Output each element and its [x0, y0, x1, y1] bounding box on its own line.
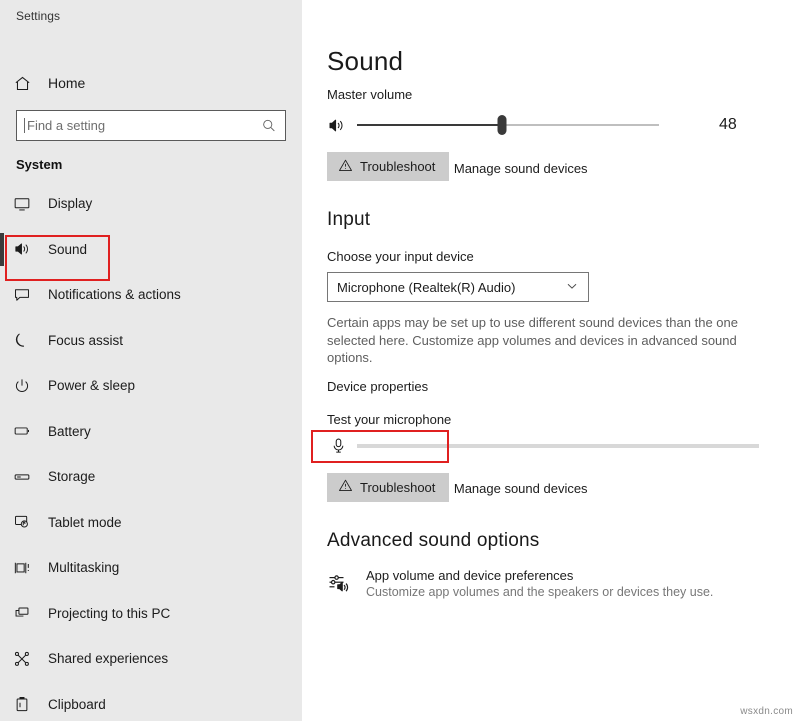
chevron-down-icon [565, 279, 579, 296]
sidebar-item-storage[interactable]: Storage [0, 454, 302, 500]
master-volume-value: 48 [719, 116, 737, 133]
share-nodes-icon [13, 650, 43, 668]
output-troubleshoot-label: Troubleshoot [360, 159, 436, 174]
device-properties-link[interactable]: Device properties [327, 379, 428, 394]
sidebar-item-notifications-actions[interactable]: Notifications & actions [0, 272, 302, 318]
sidebar-item-home[interactable]: Home [0, 68, 302, 98]
sidebar-item-projecting-label: Projecting to this PC [48, 605, 171, 621]
sidebar-item-multitasking[interactable]: Multitasking [0, 545, 302, 591]
settings-window: Settings Home System [0, 0, 800, 721]
microphone-level-bar [357, 443, 759, 448]
sidebar-item-multitasking-label: Multitasking [48, 560, 120, 576]
battery-icon [13, 422, 43, 440]
manage-sound-devices-link-output[interactable]: Manage sound devices [454, 161, 588, 176]
sidebar-item-focus-assist-label: Focus assist [48, 332, 124, 348]
test-microphone-label: Test your microphone [327, 411, 452, 427]
sidebar-item-clipboard-label: Clipboard [48, 696, 106, 712]
sidebar-item-power-sleep[interactable]: Power & sleep [0, 363, 302, 409]
sidebar-item-display-label: Display [48, 196, 93, 212]
sidebar-nav: Display Sound Notifications & actions Fo… [0, 181, 302, 721]
multitasking-icon [13, 559, 43, 577]
sidebar-item-battery[interactable]: Battery [0, 409, 302, 455]
sidebar-group-title: System [16, 157, 63, 172]
sidebar-item-projecting-to-this-pc[interactable]: Projecting to this PC [0, 591, 302, 637]
sidebar-item-power-sleep-label: Power & sleep [48, 378, 136, 394]
search-input[interactable] [27, 118, 261, 133]
input-device-dropdown[interactable]: Microphone (Realtek(R) Audio) [327, 272, 589, 302]
search-box[interactable] [16, 110, 286, 141]
tablet-touch-icon [13, 513, 43, 531]
power-icon [13, 377, 43, 395]
sidebar-item-tablet-mode-label: Tablet mode [48, 514, 122, 530]
page-title: Sound [327, 46, 404, 76]
sidebar-item-focus-assist[interactable]: Focus assist [0, 318, 302, 364]
chat-bubble-icon [13, 286, 43, 304]
warning-triangle-icon [338, 478, 353, 496]
sidebar-item-notifications-label: Notifications & actions [48, 287, 181, 303]
text-caret [24, 118, 25, 133]
sidebar-item-clipboard[interactable]: Clipboard [0, 682, 302, 721]
drive-icon [13, 468, 43, 486]
sidebar: Settings Home System [0, 0, 302, 721]
search-icon[interactable] [261, 118, 277, 134]
microphone-icon[interactable] [327, 437, 349, 454]
master-volume-row: 48 [327, 114, 800, 136]
window-title: Settings [16, 9, 61, 23]
master-volume-slider[interactable] [357, 115, 659, 135]
sidebar-item-tablet-mode[interactable]: Tablet mode [0, 500, 302, 546]
advanced-item-title: App volume and device preferences [366, 567, 574, 583]
input-device-selected-value: Microphone (Realtek(R) Audio) [337, 279, 516, 295]
sidebar-item-home-label: Home [48, 75, 86, 91]
equalizer-speaker-icon [327, 568, 353, 600]
output-troubleshoot-button[interactable]: Troubleshoot [327, 152, 450, 181]
sidebar-item-shared-experiences-label: Shared experiences [48, 651, 169, 667]
advanced-item-text: App volume and device preferences Custom… [366, 568, 713, 599]
advanced-section-title: Advanced sound options [327, 529, 540, 551]
warning-triangle-icon [338, 158, 353, 176]
speaker-icon[interactable] [327, 116, 349, 135]
moon-icon [13, 331, 43, 349]
main-content: Sound Master volume 48 Troubleshoot Mana… [302, 0, 800, 721]
clipboard-icon [13, 695, 43, 713]
slider-track-fill [357, 124, 502, 126]
manage-sound-devices-link-input[interactable]: Manage sound devices [454, 481, 588, 496]
input-troubleshoot-button[interactable]: Troubleshoot [327, 472, 450, 502]
input-troubleshoot-label: Troubleshoot [360, 479, 436, 495]
sidebar-item-battery-label: Battery [48, 423, 91, 439]
microphone-level-row [327, 435, 800, 457]
advanced-item-subtitle: Customize app volumes and the speakers o… [366, 584, 714, 599]
monitor-icon [13, 195, 43, 213]
master-volume-label: Master volume [327, 87, 413, 102]
sidebar-item-storage-label: Storage [48, 469, 96, 485]
choose-input-device-label: Choose your input device [327, 249, 474, 264]
home-icon [13, 74, 43, 93]
sidebar-item-display[interactable]: Display [0, 181, 302, 227]
sidebar-item-sound[interactable]: Sound [0, 227, 302, 273]
input-section-title: Input [327, 209, 371, 230]
project-screen-icon [13, 604, 43, 622]
sidebar-item-sound-label: Sound [48, 241, 88, 257]
slider-thumb[interactable] [497, 115, 507, 135]
input-description: Certain apps may be set up to use differ… [327, 315, 738, 365]
watermark: wsxdn.com [740, 706, 793, 717]
sidebar-item-shared-experiences[interactable]: Shared experiences [0, 636, 302, 682]
advanced-item-app-volume[interactable]: App volume and device preferences Custom… [327, 568, 800, 600]
speaker-icon [13, 240, 43, 258]
